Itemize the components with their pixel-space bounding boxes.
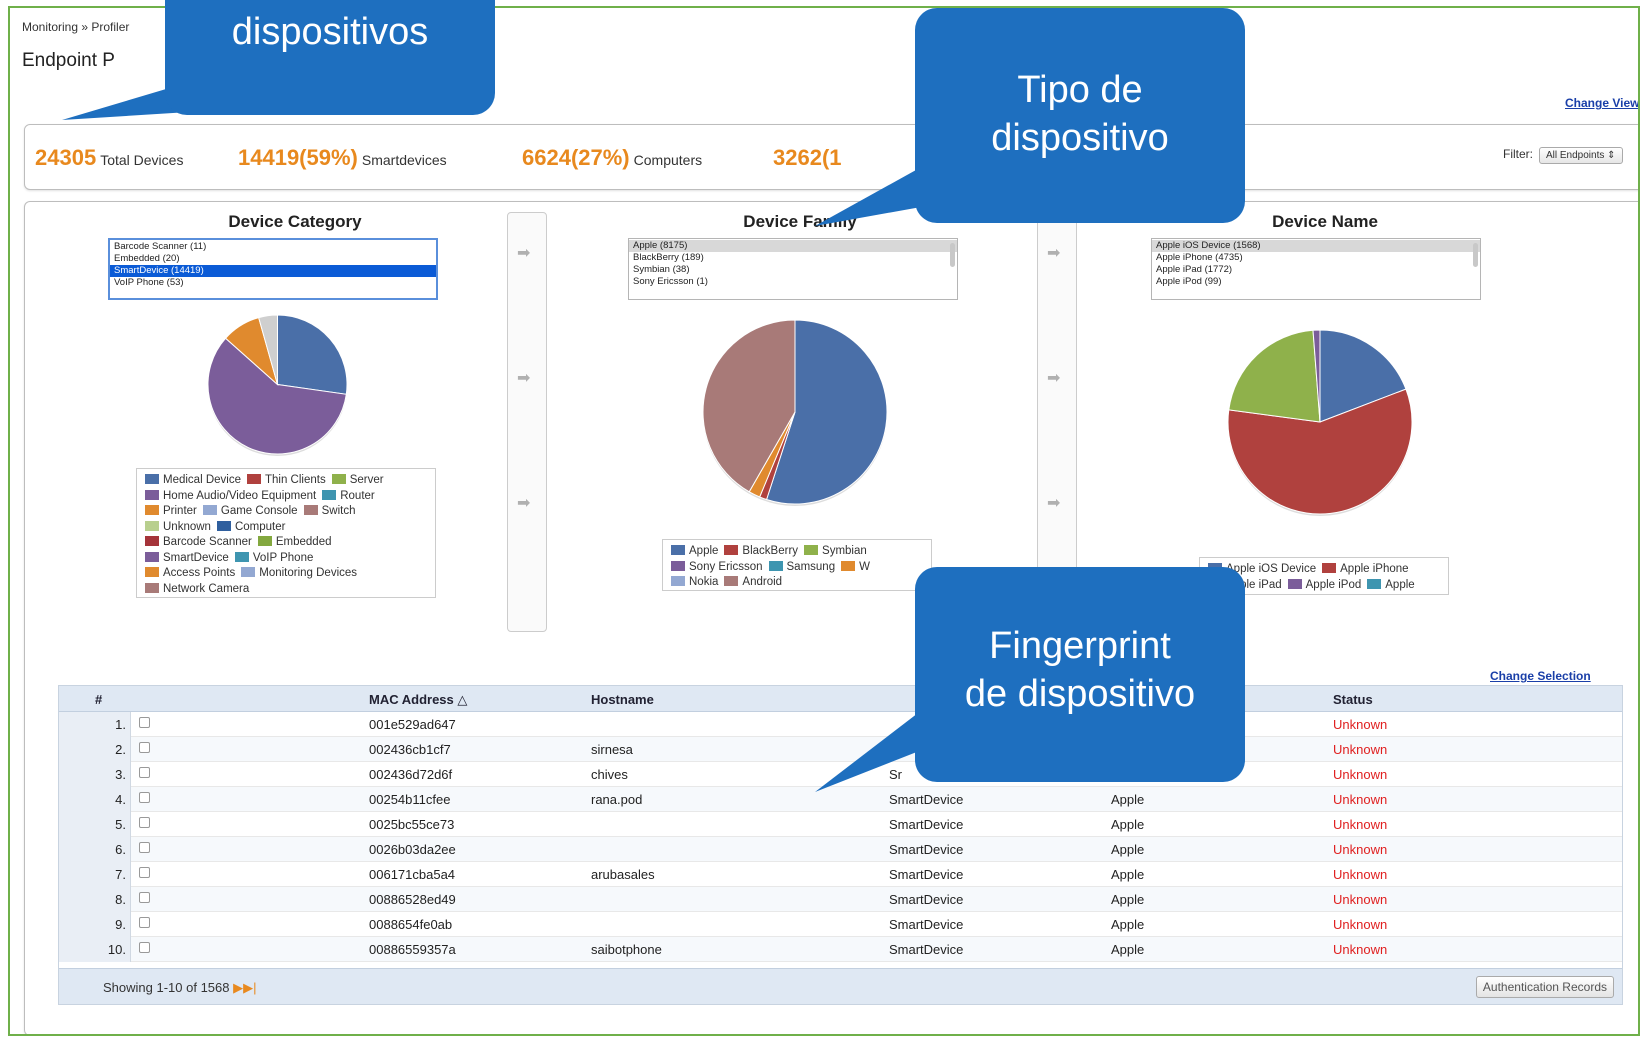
callout-tipo-dispositivo: Tipo de dispositivo xyxy=(915,8,1245,223)
callout-text: dispositivo xyxy=(991,117,1169,159)
callout-text: Tipo de xyxy=(1017,69,1143,111)
callout-fingerprint: Fingerprint de dispositivo xyxy=(915,567,1245,782)
callout-text: de dispositivo xyxy=(964,673,1196,715)
callout-text: dispositivos xyxy=(231,11,429,53)
callout-text: Fingerprint xyxy=(989,625,1171,667)
callout-dispositivos: dispositivos xyxy=(165,0,495,115)
callout-tails xyxy=(62,70,960,792)
